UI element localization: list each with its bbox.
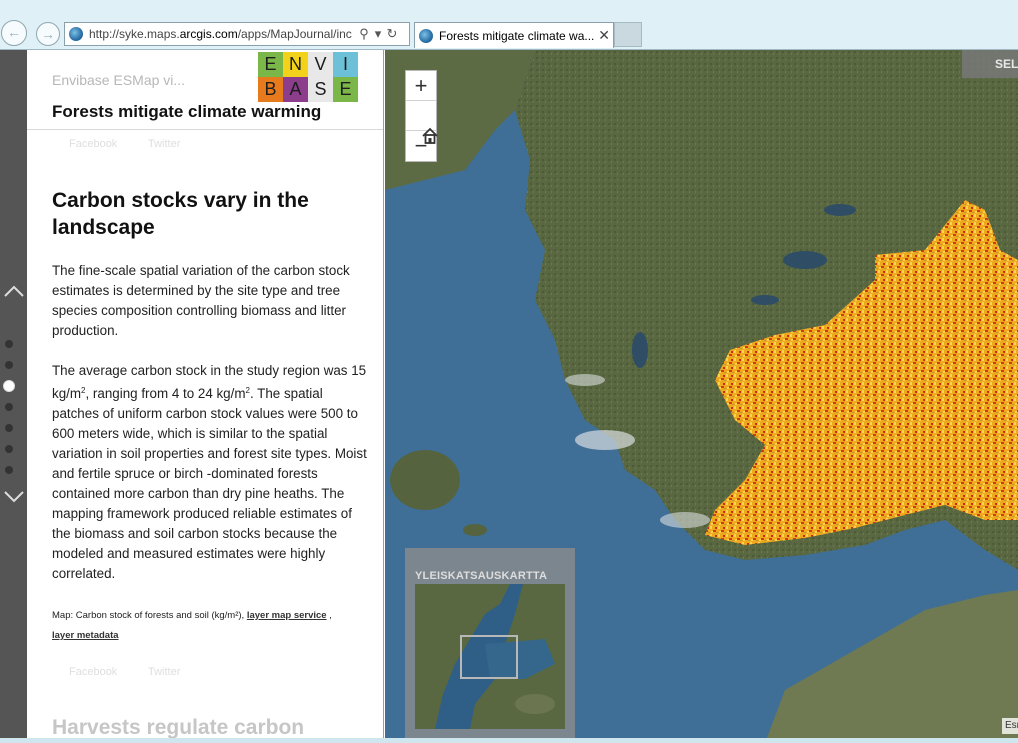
logo-letter: A [283,77,308,102]
home-button[interactable] [406,101,438,144]
section-dot[interactable] [5,403,13,411]
section-dot[interactable] [3,380,15,392]
tab-title: Forests mitigate climate wa... [439,28,595,43]
logo-letter: S [308,77,333,102]
logo-letter: B [258,77,283,102]
logo-letter: V [308,52,333,77]
overview-map-title: YLEISKATSAUSKARTTA [415,570,548,582]
forward-button[interactable]: → [36,22,60,46]
tab-globe-icon [419,28,433,43]
next-section-heading: Harvests regulate carbon [52,716,305,739]
zoom-in-button[interactable]: + [406,71,436,101]
caption-text: Map: Carbon stock of forests and soil (k… [52,610,247,621]
refresh-icon[interactable]: ↻ [385,26,399,42]
window-bottom-border [0,738,1018,743]
logo-letter: E [258,52,283,77]
section-paragraph-1: The fine-scale spatial variation of the … [52,263,350,338]
dropdown-icon[interactable]: ▾ [371,26,385,42]
section-nav-rail [0,50,27,743]
facebook-share-link[interactable]: Facebook [69,138,117,150]
map-caption: Map: Carbon stock of forests and soil (k… [52,606,372,646]
app-subtitle: Envibase ESMap vi... [52,72,186,88]
search-icon[interactable]: ⚲ [357,26,371,42]
browser-toolbar: ← → http://syke.maps.arcgis.com/apps/Map… [0,0,1018,50]
logo-letter: I [333,52,358,77]
side-panel: Envibase ESMap vi... ENVI BASE Forests mi… [27,50,384,743]
section-paragraph-2: The average carbon stock in the study re… [52,361,367,584]
section-dot[interactable] [5,424,13,432]
new-tab-button[interactable] [614,22,642,47]
map-view[interactable]: + − SELECT YLEISKATSAUSKARTTA Esri [385,50,1018,743]
section-dot[interactable] [5,340,13,348]
arrow-left-icon: ← [7,24,21,40]
caption-separator: , [326,610,332,621]
section-dot[interactable] [5,445,13,453]
url-text[interactable]: http://syke.maps.arcgis.com/apps/MapJour… [89,27,357,41]
zoom-control: + − [405,70,438,162]
app-title: Forests mitigate climate warming [52,102,322,121]
overview-map-panel: YLEISKATSAUSKARTTA [405,548,575,743]
url-domain: arcgis.com [179,27,238,41]
url-prefix: http://syke.maps. [89,27,180,41]
section-dot[interactable] [5,361,13,369]
para2-text-c: . The spatial patches of uniform carbon … [52,386,367,581]
overview-map[interactable] [415,584,565,729]
site-globe-icon [69,27,83,41]
section-dot[interactable] [5,466,13,474]
section-heading: Carbon stocks vary in the landscape [52,189,309,239]
back-button[interactable]: ← [1,20,27,46]
next-section-chevron-down-icon[interactable] [0,488,27,508]
overview-basemap [415,584,565,729]
envibase-logo: ENVI BASE [258,52,358,102]
title-divider [27,129,383,130]
address-bar[interactable]: http://syke.maps.arcgis.com/apps/MapJour… [64,22,410,46]
twitter-share-link[interactable]: Twitter [148,138,180,150]
logo-letter: N [283,52,308,77]
close-tab-icon[interactable]: ✕ [595,27,613,44]
select-button[interactable]: SELECT [962,50,1018,78]
browser-tab[interactable]: Forests mitigate climate wa... ✕ [414,22,614,48]
logo-letter: E [333,77,358,102]
layer-metadata-link[interactable]: layer metadata [52,630,119,641]
url-path: /apps/MapJournal/inc [237,27,352,41]
map-attribution[interactable]: Esri [1002,718,1018,734]
para2-text-b: , ranging from 4 to 24 kg/m [85,386,246,401]
facebook-share-link-2[interactable]: Facebook [69,666,117,678]
previous-section-chevron-up-icon[interactable] [0,282,27,302]
layer-map-service-link[interactable]: layer map service [247,610,327,621]
arrow-right-icon: → [41,26,55,42]
twitter-share-link-2[interactable]: Twitter [148,666,180,678]
